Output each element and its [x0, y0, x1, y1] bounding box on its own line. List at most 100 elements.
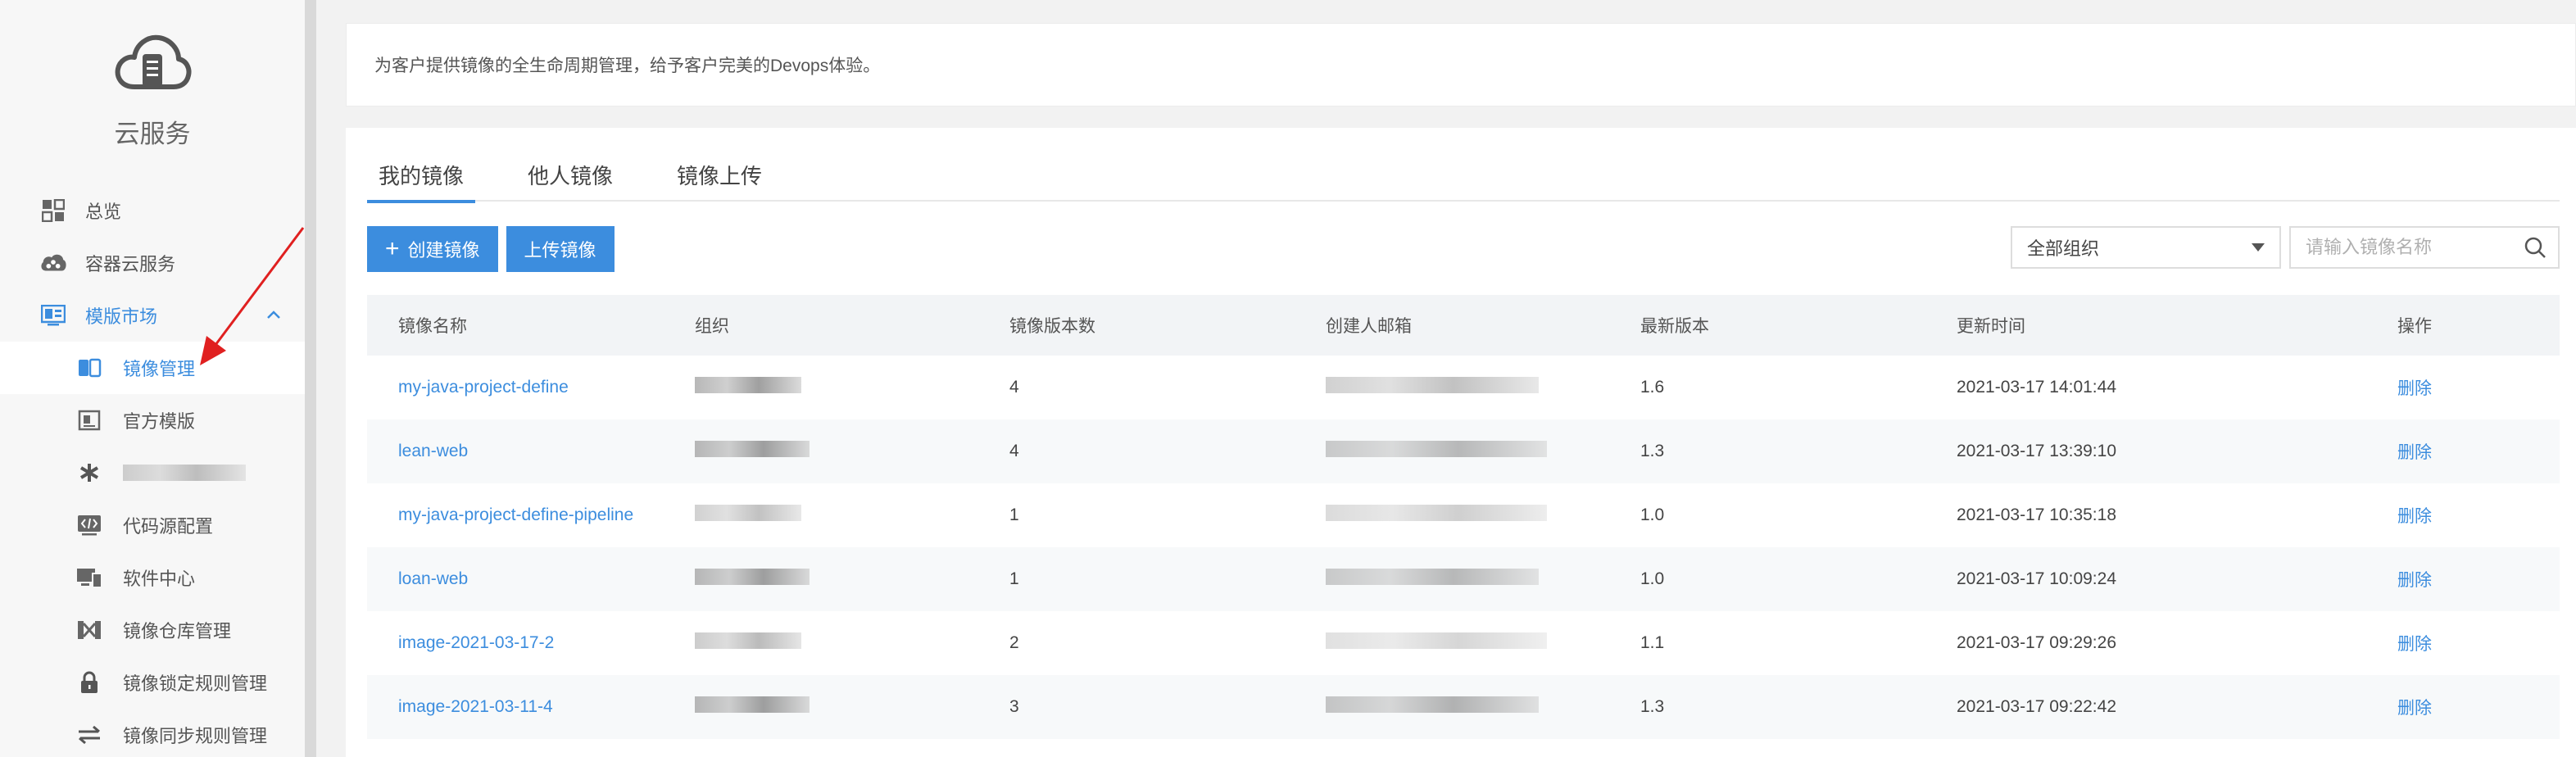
- registry-icon: [75, 618, 103, 642]
- upload-image-label: 上传镜像: [524, 240, 596, 261]
- notice-banner: 为客户提供镜像的全生命周期管理，给予客户完美的Devops体验。: [346, 23, 2576, 107]
- tab-bar: 我的镜像 他人镜像 镜像上传: [367, 162, 2560, 203]
- image-name-link[interactable]: image-2021-03-17-2: [367, 633, 664, 653]
- version-count-cell: 4: [1009, 378, 1019, 397]
- sidebar-item-label: 镜像同步规则管理: [123, 726, 268, 746]
- template-market-icon: [39, 303, 67, 328]
- email-cell: [1295, 505, 1609, 526]
- sidebar-item-redacted[interactable]: [0, 446, 305, 499]
- updated-time-cell: 2021-03-17 14:01:44: [1957, 378, 2116, 397]
- table-row: loan-web 1 1.0 2021-03-17 10:09:24 删除: [367, 547, 2560, 611]
- image-name-link[interactable]: loan-web: [367, 569, 664, 589]
- version-count-cell: 3: [1009, 697, 1019, 716]
- sidebar-item-label: 镜像锁定规则管理: [123, 673, 268, 694]
- image-name-link[interactable]: my-java-project-define: [367, 378, 664, 397]
- brand: 云服务: [0, 33, 305, 150]
- official-template-icon: [75, 408, 103, 433]
- table-header: 镜像名称 组织 镜像版本数 创建人邮箱 最新版本 更新时间 操作: [367, 295, 2560, 356]
- image-manage-icon: [75, 356, 103, 380]
- toolbar: + 创建镜像 上传镜像: [367, 226, 615, 272]
- updated-time-cell: 2021-03-17 09:22:42: [1957, 697, 2116, 716]
- updated-time-cell: 2021-03-17 10:35:18: [1957, 505, 2116, 524]
- image-name-link[interactable]: lean-web: [367, 442, 664, 461]
- search-icon[interactable]: [2524, 236, 2547, 259]
- cloud-server-icon: [115, 34, 192, 89]
- version-count-cell: 1: [1009, 505, 1019, 524]
- delete-link[interactable]: 删除: [2366, 439, 2576, 464]
- table-row: my-java-project-define 4 1.6 2021-03-17 …: [367, 356, 2560, 419]
- notice-text: 为客户提供镜像的全生命周期管理，给予客户完美的Devops体验。: [374, 57, 881, 75]
- tab-my-images[interactable]: 我的镜像: [367, 162, 476, 203]
- sidebar-item-official-template[interactable]: 官方模版: [0, 394, 305, 446]
- header-creator-email: 创建人邮箱: [1326, 317, 1412, 336]
- header-latest-version: 最新版本: [1640, 317, 1709, 336]
- sidebar-item-label: 总览: [85, 202, 122, 222]
- search-box: [2289, 226, 2560, 269]
- plus-icon: +: [385, 235, 400, 262]
- email-cell: [1295, 441, 1609, 462]
- lock-icon: [75, 670, 103, 695]
- sidebar-item-software-center[interactable]: 软件中心: [0, 551, 305, 604]
- version-count-cell: 4: [1009, 442, 1019, 460]
- org-cell: [664, 441, 978, 462]
- delete-link[interactable]: 删除: [2366, 695, 2576, 719]
- header-version-count: 镜像版本数: [1009, 317, 1095, 336]
- version-count-cell: 1: [1009, 569, 1019, 588]
- container-cloud-icon: [39, 251, 67, 275]
- create-image-button[interactable]: + 创建镜像: [367, 226, 498, 272]
- org-cell: [664, 632, 978, 654]
- email-cell: [1295, 377, 1609, 398]
- table-row: image-2021-03-11-4 3 1.3 2021-03-17 09:2…: [367, 675, 2560, 739]
- delete-link[interactable]: 删除: [2366, 631, 2576, 655]
- image-panel: 我的镜像 他人镜像 镜像上传 + 创建镜像 上传镜像 全部组织 镜像名称 组织 …: [346, 128, 2576, 757]
- latest-version-cell: 1.3: [1640, 697, 1665, 716]
- redacted-text: [123, 465, 246, 481]
- org-cell: [664, 505, 978, 526]
- code-source-icon: [75, 513, 103, 537]
- table-row: my-java-project-define-pipeline 1 1.0 20…: [367, 483, 2560, 547]
- tab-others-images[interactable]: 他人镜像: [516, 162, 624, 202]
- caret-down-icon: [2252, 243, 2265, 252]
- delete-link[interactable]: 删除: [2366, 375, 2576, 400]
- updated-time-cell: 2021-03-17 09:29:26: [1957, 633, 2116, 652]
- sidebar-item-label: 代码源配置: [123, 516, 214, 537]
- org-select[interactable]: 全部组织: [2011, 226, 2281, 269]
- delete-link[interactable]: 删除: [2366, 567, 2576, 592]
- email-cell: [1295, 569, 1609, 590]
- sidebar-scrollbar[interactable]: [305, 0, 316, 757]
- updated-time-cell: 2021-03-17 13:39:10: [1957, 442, 2116, 460]
- sidebar-item-registry[interactable]: 镜像仓库管理: [0, 604, 305, 656]
- email-cell: [1295, 632, 1609, 654]
- latest-version-cell: 1.0: [1640, 505, 1665, 524]
- email-cell: [1295, 696, 1609, 718]
- software-center-icon: [75, 565, 103, 590]
- image-name-link[interactable]: my-java-project-define-pipeline: [367, 505, 664, 525]
- tab-image-upload[interactable]: 镜像上传: [665, 162, 773, 202]
- upload-image-button[interactable]: 上传镜像: [506, 226, 615, 272]
- sidebar-item-label: 容器云服务: [85, 254, 176, 274]
- image-name-link[interactable]: image-2021-03-11-4: [367, 697, 664, 717]
- latest-version-cell: 1.3: [1640, 442, 1665, 460]
- brand-name: 云服务: [114, 120, 191, 148]
- sidebar-item-lock-rules[interactable]: 镜像锁定规则管理: [0, 656, 305, 709]
- sync-icon: [75, 723, 103, 747]
- asterisk-icon: [75, 460, 103, 485]
- header-image-name: 镜像名称: [398, 317, 467, 336]
- sidebar-item-label: 镜像仓库管理: [123, 621, 232, 641]
- sidebar-item-label: 镜像管理: [123, 359, 196, 379]
- updated-time-cell: 2021-03-17 10:09:24: [1957, 569, 2116, 588]
- org-cell: [664, 377, 978, 398]
- annotation-arrow-icon: [200, 227, 305, 365]
- sidebar-item-code-source[interactable]: 代码源配置: [0, 499, 305, 551]
- sidebar-item-sync-rules[interactable]: 镜像同步规则管理: [0, 709, 305, 757]
- search-input[interactable]: [2306, 237, 2510, 258]
- latest-version-cell: 1.1: [1640, 633, 1665, 652]
- version-count-cell: 2: [1009, 633, 1019, 652]
- org-cell: [664, 696, 978, 718]
- sidebar-item-label: 模版市场: [85, 306, 158, 327]
- delete-link[interactable]: 删除: [2366, 503, 2576, 528]
- filters: 全部组织: [2011, 226, 2560, 269]
- sidebar: 云服务 总览 容器云服务 模版市场 镜像管理 官方模版 代码源配置 软件中心 镜…: [0, 0, 305, 757]
- latest-version-cell: 1.0: [1640, 569, 1665, 588]
- create-image-label: 创建镜像: [407, 240, 480, 261]
